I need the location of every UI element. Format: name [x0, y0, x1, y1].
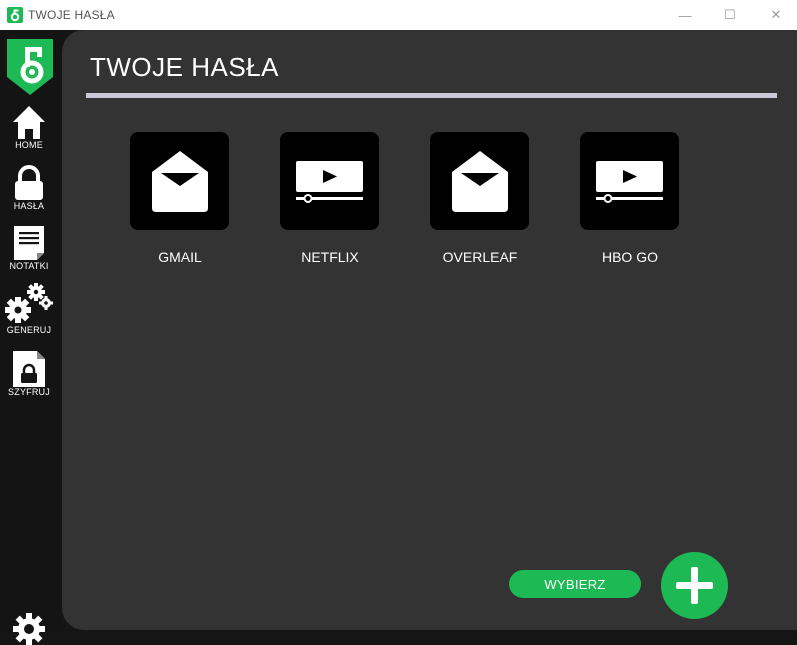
- gears-icon: [5, 283, 53, 323]
- tile-label: NETFLIX: [301, 249, 359, 265]
- plus-icon: [676, 567, 713, 604]
- notes-icon: [14, 226, 44, 260]
- password-tile-gmail[interactable]: GMAIL: [130, 132, 230, 265]
- sidebar-item-label: HOME: [15, 140, 43, 150]
- password-tile-netflix[interactable]: NETFLIX: [280, 132, 380, 265]
- page-title: TWOJE HASŁA: [90, 52, 279, 82]
- sidebar-item-home[interactable]: HOME: [0, 104, 58, 150]
- password-tile-hbo-go[interactable]: HBO GO: [580, 132, 680, 265]
- maximize-button[interactable]: ☐: [707, 0, 753, 30]
- add-password-button[interactable]: [661, 552, 728, 619]
- tile-label: GMAIL: [158, 249, 202, 265]
- mail-icon: [152, 151, 208, 212]
- tile-icon-box: [580, 132, 679, 230]
- sidebar-item-label: GENERUJ: [6, 325, 52, 335]
- sidebar-item-label: HASŁA: [13, 201, 45, 211]
- sidebar-item-passwords[interactable]: HASŁA: [0, 165, 58, 211]
- sidebar: HOME HASŁA NOTATKI GENERUJ SZYFRUJ: [0, 30, 62, 645]
- lock-icon: [15, 165, 43, 200]
- tile-icon-box: [430, 132, 529, 230]
- title-bar: TWOJE HASŁA — ☐ ✕: [0, 0, 797, 30]
- minimize-button[interactable]: —: [662, 0, 708, 30]
- tile-icon-box: [130, 132, 229, 230]
- sidebar-item-encrypt[interactable]: SZYFRUJ: [0, 351, 58, 397]
- gear-icon[interactable]: [13, 613, 45, 645]
- main-panel: TWOJE HASŁA GMAIL NETFLIX OVERLEAF HBO G…: [62, 30, 797, 630]
- sidebar-item-label: SZYFRUJ: [8, 387, 50, 397]
- encrypted-file-icon: [13, 351, 45, 387]
- title-divider: [86, 93, 777, 98]
- app-logo-icon: [7, 7, 23, 23]
- mail-icon: [452, 151, 508, 212]
- sidebar-item-label: NOTATKI: [9, 261, 49, 271]
- home-icon: [13, 106, 45, 139]
- tile-icon-box: [280, 132, 379, 230]
- sidebar-item-notes[interactable]: NOTATKI: [0, 225, 58, 271]
- app-logo-icon: [7, 39, 53, 95]
- password-tile-overleaf[interactable]: OVERLEAF: [430, 132, 530, 265]
- video-icon: [296, 161, 363, 203]
- video-icon: [596, 161, 663, 203]
- sidebar-item-generate[interactable]: GENERUJ: [0, 283, 58, 335]
- tile-label: OVERLEAF: [442, 249, 518, 265]
- select-button[interactable]: WYBIERZ: [509, 570, 641, 598]
- close-button[interactable]: ✕: [753, 0, 797, 30]
- window-title: TWOJE HASŁA: [28, 8, 115, 22]
- tile-label: HBO GO: [601, 249, 658, 265]
